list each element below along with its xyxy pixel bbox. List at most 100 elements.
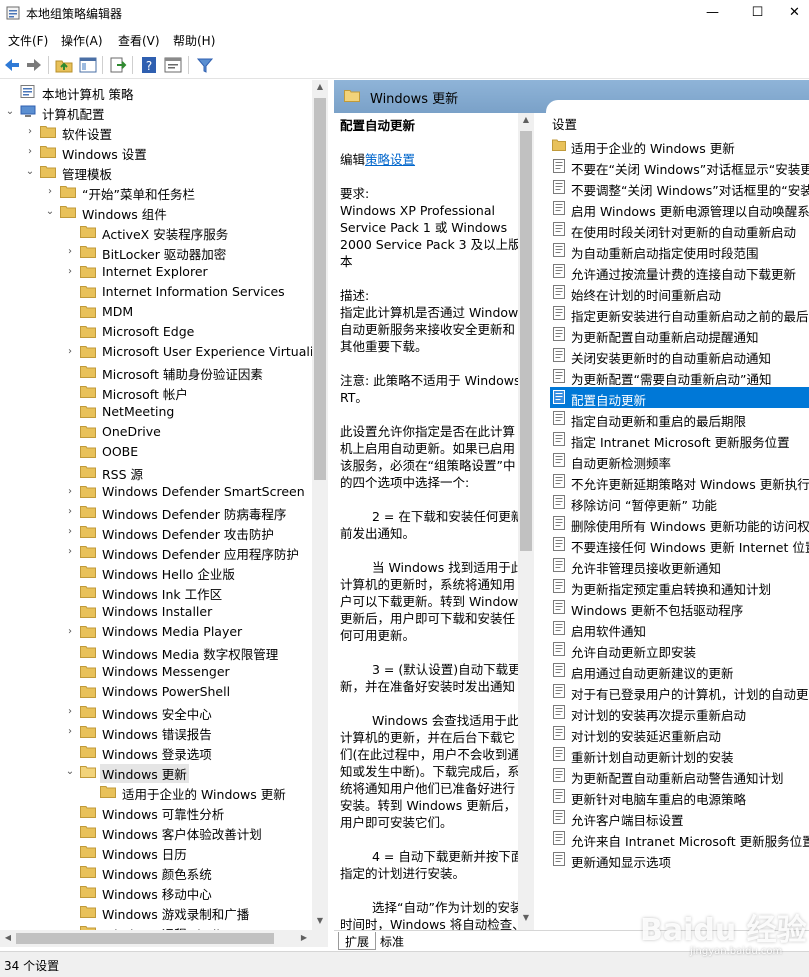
tree-item[interactable]: › Windows Defender SmartScreen (0, 482, 312, 502)
menu-action[interactable]: 操作(A) (61, 32, 103, 49)
expand-chevron-icon[interactable]: › (64, 265, 76, 279)
back-arrow-icon[interactable] (2, 55, 22, 75)
setting-row[interactable]: 启用通过自动更新建议的更新 (550, 660, 809, 681)
tree-item[interactable]: › BitLocker 驱动器加密 (0, 242, 312, 262)
tree-item[interactable]: Internet Information Services (0, 282, 312, 302)
setting-row[interactable]: 自动更新检测频率 (550, 450, 809, 471)
tree-item[interactable]: ⌄ 计算机配置 (0, 102, 312, 122)
setting-row[interactable]: 指定更新安装进行自动重新启动之前的最后期 (550, 303, 809, 324)
tree-item[interactable]: Microsoft 帐户 (0, 382, 312, 402)
scroll-left-arrow-icon[interactable]: ◀ (0, 933, 16, 942)
setting-row[interactable]: 删除使用所有 Windows 更新功能的访问权限 (550, 513, 809, 534)
tree-item[interactable]: Windows 颜色系统 (0, 862, 312, 882)
expand-chevron-icon[interactable]: › (64, 625, 76, 639)
scroll-up-arrow-icon[interactable]: ▲ (518, 115, 534, 124)
scroll-right-arrow-icon[interactable]: ▶ (296, 933, 312, 942)
tree-item[interactable]: › Windows Defender 应用程序防护 (0, 542, 312, 562)
tree-item[interactable]: Windows PowerShell (0, 682, 312, 702)
expand-chevron-icon[interactable]: › (64, 525, 76, 539)
tree-item[interactable]: Windows Ink 工作区 (0, 582, 312, 602)
tree-item[interactable]: › Windows 安全中心 (0, 702, 312, 722)
expand-chevron-icon[interactable]: › (44, 185, 56, 199)
tree-item[interactable]: RSS 源 (0, 462, 312, 482)
tree-item[interactable]: Windows 日历 (0, 842, 312, 862)
setting-row[interactable]: 关闭安装更新时的自动重新启动通知 (550, 345, 809, 366)
expand-chevron-icon[interactable]: › (64, 505, 76, 519)
tree-item[interactable]: ⌄ 管理模板 (0, 162, 312, 182)
setting-row[interactable]: 为自动重新启动指定使用时段范围 (550, 240, 809, 261)
tree-item[interactable]: 本地计算机 策略 (0, 82, 312, 102)
setting-row[interactable]: 配置自动更新 (550, 387, 809, 408)
expand-chevron-icon[interactable]: › (64, 345, 76, 359)
expand-chevron-icon[interactable]: › (64, 485, 76, 499)
setting-row[interactable]: 允许通过按流量计费的连接自动下载更新 (550, 261, 809, 282)
setting-row[interactable]: 对于有已登录用户的计算机，计划的自动更新 (550, 681, 809, 702)
collapse-chevron-icon[interactable]: ⌄ (44, 205, 56, 219)
tree-item[interactable]: Windows Media 数字权限管理 (0, 642, 312, 662)
setting-row[interactable]: 不允许更新延期策略对 Windows 更新执行扫 (550, 471, 809, 492)
setting-row[interactable]: 为更新配置自动重新启动提醒通知 (550, 324, 809, 345)
menu-view[interactable]: 查看(V) (118, 32, 160, 49)
tree-scroll-thumb[interactable] (314, 98, 326, 480)
setting-row[interactable]: 为更新配置自动重新启动警告通知计划 (550, 765, 809, 786)
tree-item[interactable]: Windows 游戏录制和广播 (0, 902, 312, 922)
setting-row[interactable]: 始终在计划的时间重新启动 (550, 282, 809, 303)
tree-item[interactable]: OneDrive (0, 422, 312, 442)
setting-row[interactable]: 适用于企业的 Windows 更新 (550, 135, 809, 156)
collapse-chevron-icon[interactable]: ⌄ (64, 765, 76, 779)
tree-item[interactable]: NetMeeting (0, 402, 312, 422)
expand-chevron-icon[interactable]: › (64, 705, 76, 719)
forward-arrow-icon[interactable] (24, 55, 44, 75)
up-folder-icon[interactable] (54, 55, 74, 75)
setting-row[interactable]: 不要在“关闭 Windows”对话框显示“安装更新 (550, 156, 809, 177)
tree-item[interactable]: ActiveX 安装程序服务 (0, 222, 312, 242)
collapse-chevron-icon[interactable]: ⌄ (24, 165, 36, 179)
minimize-button[interactable]: — (690, 0, 735, 26)
tree-item[interactable]: › “开始”菜单和任务栏 (0, 182, 312, 202)
scroll-down-arrow-icon[interactable]: ▼ (312, 916, 328, 925)
tree-item[interactable]: › Microsoft User Experience Virtualiza (0, 342, 327, 362)
tree-item[interactable]: › Windows 错误报告 (0, 722, 312, 742)
show-hide-tree-icon[interactable] (78, 55, 98, 75)
tree-item[interactable]: MDM (0, 302, 312, 322)
setting-row[interactable]: 重新计划自动更新计划的安装 (550, 744, 809, 765)
tab-extended[interactable]: 扩展 (338, 932, 377, 950)
description-scroll-thumb[interactable] (520, 131, 532, 551)
tree-item[interactable]: Windows 远程 shell (0, 922, 312, 930)
edit-policy-link[interactable]: 策略设置 (365, 152, 415, 167)
tree-item[interactable]: › Windows Media Player (0, 622, 312, 642)
settings-column-header[interactable]: 设置 (552, 114, 577, 133)
scroll-up-arrow-icon[interactable]: ▲ (312, 82, 328, 91)
setting-row[interactable]: 不要连接任何 Windows 更新 Internet 位置 (550, 534, 809, 555)
setting-row[interactable]: 允许来自 Intranet Microsoft 更新服务位置的 (550, 828, 809, 849)
tree-item[interactable]: Windows 移动中心 (0, 882, 312, 902)
properties-icon[interactable] (163, 55, 183, 75)
tree-item[interactable]: Microsoft Edge (0, 322, 312, 342)
setting-row[interactable]: 指定 Intranet Microsoft 更新服务位置 (550, 429, 809, 450)
collapse-chevron-icon[interactable]: ⌄ (4, 105, 16, 119)
maximize-button[interactable]: ☐ (735, 0, 780, 26)
tree-item[interactable]: › Windows Defender 攻击防护 (0, 522, 312, 542)
tree-item[interactable]: Windows Installer (0, 602, 312, 622)
setting-row[interactable]: 指定自动更新和重启的最后期限 (550, 408, 809, 429)
tree-item[interactable]: › 软件设置 (0, 122, 312, 142)
tab-standard[interactable]: 标准 (374, 932, 410, 950)
setting-row[interactable]: 为更新配置“需要自动重新启动”通知 (550, 366, 809, 387)
setting-row[interactable]: 允许客户端目标设置 (550, 807, 809, 828)
expand-chevron-icon[interactable]: › (24, 145, 36, 159)
expand-chevron-icon[interactable]: › (64, 725, 76, 739)
setting-row[interactable]: 允许非管理员接收更新通知 (550, 555, 809, 576)
menu-help[interactable]: 帮助(H) (173, 32, 215, 49)
menu-file[interactable]: 文件(F) (8, 32, 48, 49)
tree-item[interactable]: › Internet Explorer (0, 262, 312, 282)
tree-item[interactable]: Windows 可靠性分析 (0, 802, 312, 822)
tree-item[interactable]: › Windows 设置 (0, 142, 312, 162)
setting-row[interactable]: 移除访问 “暂停更新” 功能 (550, 492, 809, 513)
tree-item[interactable]: ⌄ Windows 更新 (0, 762, 312, 783)
setting-row[interactable]: 为更新指定预定重启转换和通知计划 (550, 576, 809, 597)
tree-item[interactable]: Windows Messenger (0, 662, 312, 682)
setting-row[interactable]: 启用软件通知 (550, 618, 809, 639)
setting-row[interactable]: 不要调整“关闭 Windows”对话框里的“安装更 (550, 177, 809, 198)
tree-item[interactable]: ⌄ Windows 组件 (0, 202, 312, 222)
setting-row[interactable]: Windows 更新不包括驱动程序 (550, 597, 809, 618)
